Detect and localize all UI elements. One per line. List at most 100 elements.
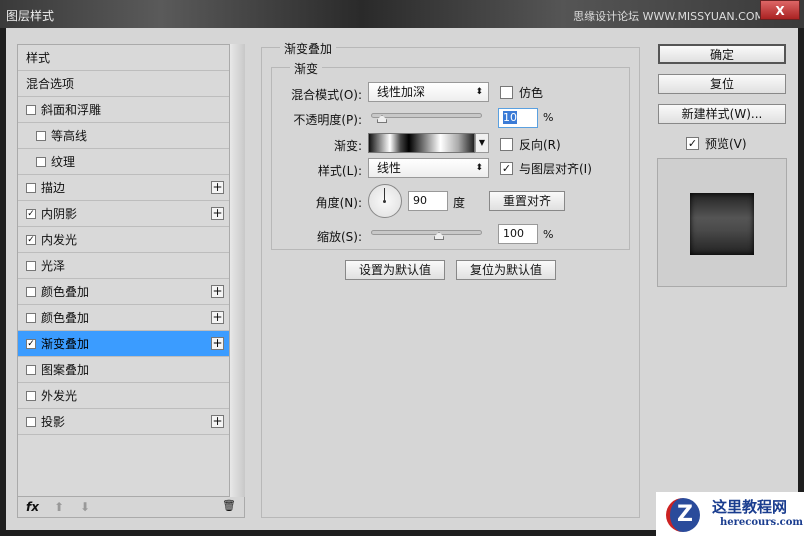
add-icon[interactable]: + <box>211 181 224 194</box>
style-item[interactable]: 样式 <box>18 45 229 71</box>
opacity-unit: % <box>543 111 554 124</box>
gradient-label: 渐变: <box>333 139 362 153</box>
checkbox-box[interactable] <box>36 156 46 167</box>
checkbox-box[interactable] <box>26 182 36 193</box>
style-item[interactable]: 图案叠加 <box>18 357 229 383</box>
add-icon[interactable]: + <box>211 207 224 220</box>
angle-unit: 度 <box>453 196 466 210</box>
window-title: 图层样式 <box>6 9 55 23</box>
style-item[interactable]: 外发光 <box>18 383 229 409</box>
style-item-label: 外发光 <box>41 389 78 403</box>
checkbox-box[interactable] <box>26 260 36 271</box>
angle-input[interactable]: 90 <box>408 191 448 211</box>
style-item[interactable]: 描边 + <box>18 175 229 201</box>
slider-thumb[interactable] <box>377 115 387 123</box>
checkbox-box[interactable] <box>26 312 36 323</box>
dither-checkbox[interactable]: 仿色 <box>500 84 543 101</box>
subgroup-title: 渐变 <box>290 60 323 77</box>
style-item-label: 颜色叠加 <box>41 285 90 299</box>
checkmark-icon[interactable]: ✓ <box>26 234 36 245</box>
opacity-label: 不透明度(P): <box>293 113 362 127</box>
watermark-name: 这里教程网 <box>712 498 788 516</box>
style-item-label: 纹理 <box>51 155 76 169</box>
checkbox-box[interactable] <box>26 390 36 401</box>
scale-label: 缩放(S): <box>316 230 362 244</box>
scale-slider[interactable] <box>371 230 482 240</box>
style-item[interactable]: 颜色叠加 + <box>18 279 229 305</box>
style-item[interactable]: 混合选项 <box>18 71 229 97</box>
align-checkbox[interactable]: ✓ 与图层对齐(I) <box>500 160 592 177</box>
brand-watermark: 思缘设计论坛 WWW.MISSYUAN.COM <box>573 10 764 23</box>
opacity-input[interactable]: 10 <box>498 108 538 128</box>
checkbox-box[interactable] <box>26 416 36 427</box>
checkbox-box[interactable] <box>26 286 36 297</box>
styles-list: 样式混合选项斜面和浮雕 等高线纹理描边 + ✓ 内阴影 + ✓ 内发光光泽颜色叠加 + 颜色叠加 +… <box>17 44 230 497</box>
blend-mode-select[interactable]: 线性加深 ⬍ <box>368 82 489 102</box>
style-item-label: 内阴影 <box>41 207 78 221</box>
checkbox-box <box>500 138 513 151</box>
style-item[interactable]: ✓ 内阴影 + <box>18 201 229 227</box>
preview-swatch <box>690 193 754 255</box>
style-item[interactable]: 纹理 <box>18 149 229 175</box>
group-title: 渐变叠加 <box>280 40 337 57</box>
style-item[interactable]: 斜面和浮雕 <box>18 97 229 123</box>
gradient-dropdown-icon[interactable]: ▼ <box>475 133 489 153</box>
new-style-button[interactable]: 新建样式(W)... <box>658 104 786 124</box>
opacity-value: 10 <box>503 111 517 124</box>
add-icon[interactable]: + <box>211 285 224 298</box>
scale-unit: % <box>543 228 554 241</box>
list-scrollbar[interactable] <box>230 44 245 497</box>
style-select[interactable]: 线性 ⬍ <box>368 158 489 178</box>
style-item-label: 混合选项 <box>26 77 75 91</box>
logo-icon: Z <box>666 498 700 532</box>
close-button[interactable]: X <box>760 0 800 20</box>
style-item-label: 颜色叠加 <box>41 311 90 325</box>
style-item-label: 图案叠加 <box>41 363 90 377</box>
reverse-checkbox[interactable]: 反向(R) <box>500 136 561 153</box>
add-icon[interactable]: + <box>211 337 224 350</box>
blend-mode-label: 混合模式(O): <box>291 88 362 102</box>
checkmark-icon[interactable]: ✓ <box>26 338 36 349</box>
scale-input[interactable]: 100 <box>498 224 538 244</box>
style-item-label: 样式 <box>26 51 51 65</box>
checkbox-box[interactable] <box>26 104 36 115</box>
style-item[interactable]: 光泽 <box>18 253 229 279</box>
updown-icon: ⬍ <box>475 87 483 97</box>
add-icon[interactable]: + <box>211 415 224 428</box>
angle-label: 角度(N): <box>315 196 362 210</box>
reset-default-button[interactable]: 复位为默认值 <box>456 260 556 280</box>
checkbox-box <box>500 86 513 99</box>
style-item[interactable]: 颜色叠加 + <box>18 305 229 331</box>
move-down-icon[interactable]: ⬇ <box>80 500 90 514</box>
style-item[interactable]: 投影 + <box>18 409 229 435</box>
watermark-url: herecours.com <box>720 517 804 528</box>
checkmark-icon[interactable]: ✓ <box>26 208 36 219</box>
style-value: 线性 <box>377 161 402 175</box>
title-bar[interactable]: 图层样式 思缘设计论坛 WWW.MISSYUAN.COM X <box>0 0 804 28</box>
style-item-label: 描边 <box>41 181 66 195</box>
reset-align-button[interactable]: 重置对齐 <box>489 191 565 211</box>
checkmark-icon: ✓ <box>500 162 513 175</box>
slider-thumb[interactable] <box>434 232 444 240</box>
reset-button[interactable]: 复位 <box>658 74 786 94</box>
trash-icon[interactable]: 🗑 <box>222 499 236 512</box>
checkbox-box[interactable] <box>36 130 46 141</box>
ok-button[interactable]: 确定 <box>658 44 786 64</box>
style-item[interactable]: 等高线 <box>18 123 229 149</box>
align-label: 与图层对齐(I) <box>519 162 592 176</box>
style-item-label: 内发光 <box>41 233 78 247</box>
opacity-slider[interactable] <box>371 113 482 123</box>
gradient-swatch[interactable] <box>368 133 475 153</box>
fx-button[interactable]: fx <box>26 500 39 514</box>
add-icon[interactable]: + <box>211 311 224 324</box>
style-item-label: 投影 <box>41 415 66 429</box>
style-item-label: 光泽 <box>41 259 66 273</box>
style-item[interactable]: ✓ 渐变叠加 + <box>18 331 229 357</box>
checkbox-box[interactable] <box>26 364 36 375</box>
preview-checkbox[interactable]: ✓ 预览(V) <box>686 135 747 152</box>
angle-dial[interactable] <box>368 184 402 218</box>
move-up-icon[interactable]: ⬆ <box>54 500 64 514</box>
style-item[interactable]: ✓ 内发光 <box>18 227 229 253</box>
reverse-label: 反向(R) <box>519 138 561 152</box>
make-default-button[interactable]: 设置为默认值 <box>345 260 445 280</box>
